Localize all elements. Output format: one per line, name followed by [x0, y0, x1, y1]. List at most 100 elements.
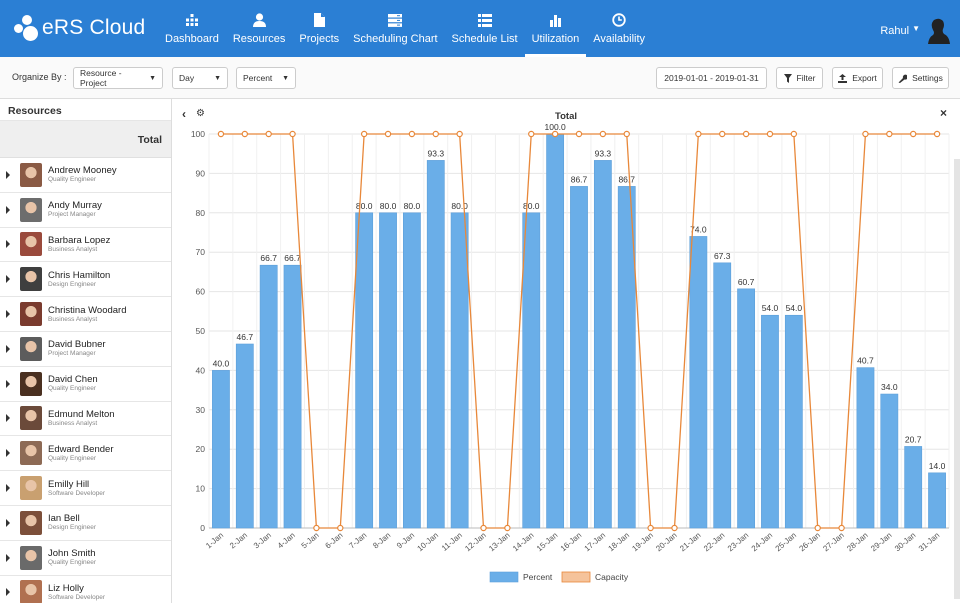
resource-photo — [20, 197, 42, 222]
capacity-point — [599, 130, 607, 138]
y-tick-label: 10 — [196, 484, 206, 494]
resource-role: Design Engineer — [48, 280, 97, 288]
date-range-input[interactable]: 2019-01-01 - 2019-01-31 — [656, 67, 767, 89]
sidebar-total-row[interactable]: Total — [0, 121, 171, 158]
resource-role: Project Manager — [48, 211, 96, 219]
resource-row[interactable]: Edward Bender Quality Engineer — [0, 436, 171, 472]
expand-arrow-icon[interactable] — [6, 553, 10, 562]
x-tick-label: 31-Jan — [917, 531, 942, 554]
resource-row[interactable]: John Smith Quality Engineer — [0, 541, 171, 576]
brand-logo[interactable]: eRS Cloud — [14, 12, 145, 44]
resource-role: Business Analyst — [48, 315, 98, 323]
expand-arrow-icon[interactable] — [6, 344, 10, 353]
resource-row[interactable]: Liz Holly Software Developer — [0, 576, 171, 603]
resource-name: Edward Bender — [48, 443, 114, 455]
period-select[interactable]: Day ▼ — [172, 67, 228, 89]
organize-by-value: Resource - Project — [80, 68, 122, 88]
expand-arrow-icon[interactable] — [6, 170, 10, 179]
resource-text: Andrew Mooney Quality Engineer — [48, 165, 117, 184]
capacity-point — [742, 130, 750, 138]
resource-row[interactable]: Edmund Melton Business Analyst — [0, 402, 171, 437]
resource-name: David Chen — [48, 374, 98, 386]
expand-arrow-icon[interactable] — [6, 588, 10, 597]
resource-name: Andrew Mooney — [48, 165, 117, 177]
bar — [880, 393, 899, 529]
expand-arrow-icon[interactable] — [6, 484, 10, 493]
filter-button[interactable]: Filter — [776, 67, 823, 89]
resource-row[interactable]: Chris Hamilton Design Engineer — [0, 262, 171, 298]
x-tick-label: 27-Jan — [821, 531, 846, 554]
expand-arrow-icon[interactable] — [6, 379, 10, 388]
resource-text: Christina Woodard Business Analyst — [48, 305, 127, 324]
resource-text: Emilly Hill Software Developer — [48, 479, 105, 498]
bar-value-label: 86.7 — [618, 174, 635, 184]
expand-arrow-icon[interactable] — [6, 518, 10, 527]
nav-scheduling-chart[interactable]: Scheduling Chart — [346, 0, 444, 57]
bar — [784, 314, 803, 529]
resource-name: John Smith — [48, 548, 96, 560]
measure-select[interactable]: Percent ▼ — [236, 67, 296, 89]
bar — [904, 446, 923, 529]
dashboard-icon — [185, 12, 199, 28]
expand-arrow-icon[interactable] — [6, 414, 10, 423]
bar-value-label: 54.0 — [786, 303, 803, 313]
capacity-point — [528, 130, 535, 138]
resource-row[interactable]: Christina Woodard Business Analyst — [0, 297, 171, 332]
resource-photo — [20, 580, 42, 603]
x-tick-label: 24-Jan — [750, 531, 775, 554]
date-range-value: 2019-01-01 - 2019-01-31 — [664, 73, 759, 83]
resource-row[interactable]: Emilly Hill Software Developer — [0, 471, 171, 506]
nav-schedule-list[interactable]: Schedule List — [445, 0, 525, 57]
scrollbar[interactable] — [954, 159, 960, 599]
expand-arrow-icon[interactable] — [6, 240, 10, 249]
resource-row[interactable]: Barbara Lopez Business Analyst — [0, 228, 171, 263]
resource-row[interactable]: Andrew Mooney Quality Engineer — [0, 158, 171, 193]
expand-arrow-icon[interactable] — [6, 449, 10, 458]
resource-row[interactable]: David Bubner Project Manager — [0, 332, 171, 367]
resource-text: Andy Murray Project Manager — [48, 200, 102, 219]
resource-role: Quality Engineer — [48, 559, 97, 567]
x-tick-label: 23-Jan — [726, 531, 751, 554]
resource-role: Quality Engineer — [48, 176, 97, 184]
resource-photo — [20, 371, 42, 396]
resource-role: Software Developer — [48, 593, 106, 601]
nav-resources[interactable]: Resources — [226, 0, 293, 57]
resource-row[interactable]: Ian Bell Design Engineer — [0, 506, 171, 541]
resource-role: Software Developer — [48, 489, 106, 497]
expand-arrow-icon[interactable] — [6, 310, 10, 319]
resource-row[interactable]: David Chen Quality Engineer — [0, 367, 171, 402]
clock-icon — [612, 12, 626, 28]
resource-photo — [20, 545, 42, 570]
organize-by-select[interactable]: Resource - Project ▼ — [73, 67, 163, 89]
resource-name: Ian Bell — [48, 513, 80, 525]
resource-text: Liz Holly Software Developer — [48, 583, 105, 602]
bar — [737, 288, 755, 529]
capacity-point — [719, 130, 726, 138]
x-tick-label: 16-Jan — [559, 531, 584, 554]
settings-button[interactable]: Settings — [892, 67, 949, 89]
bar-value-label: 66.7 — [284, 253, 301, 263]
chart-panel: ‹ ⚙ Total × 0 10 20 30 40 50 60 70 80 90 100 40.0 46… — [172, 99, 960, 603]
nav-label: Utilization — [531, 33, 580, 45]
bar-value-label: 80.0 — [451, 201, 468, 211]
expand-arrow-icon[interactable] — [6, 205, 10, 214]
export-label: Export — [852, 73, 877, 83]
capacity-point — [360, 130, 368, 138]
user-menu[interactable]: Rahul ▼ — [880, 18, 950, 44]
nav-dashboard[interactable]: Dashboard — [158, 0, 226, 57]
expand-arrow-icon[interactable] — [6, 275, 10, 284]
nav-label: Availability — [593, 33, 646, 45]
bar — [426, 160, 445, 529]
x-tick-label: 10-Jan — [416, 531, 441, 554]
nav-projects[interactable]: Projects — [292, 0, 346, 57]
bar — [235, 343, 254, 529]
nav-utilization[interactable]: Utilization — [524, 0, 587, 57]
bar — [283, 264, 302, 529]
user-name: Rahul — [880, 25, 910, 37]
resource-text: David Chen Quality Engineer — [48, 374, 98, 393]
export-button[interactable]: Export — [832, 67, 883, 89]
nav-availability[interactable]: Availability — [586, 0, 652, 57]
resource-row[interactable]: Andy Murray Project Manager — [0, 193, 171, 228]
bar — [570, 186, 588, 529]
x-tick-label: 8-Jan — [371, 531, 392, 551]
